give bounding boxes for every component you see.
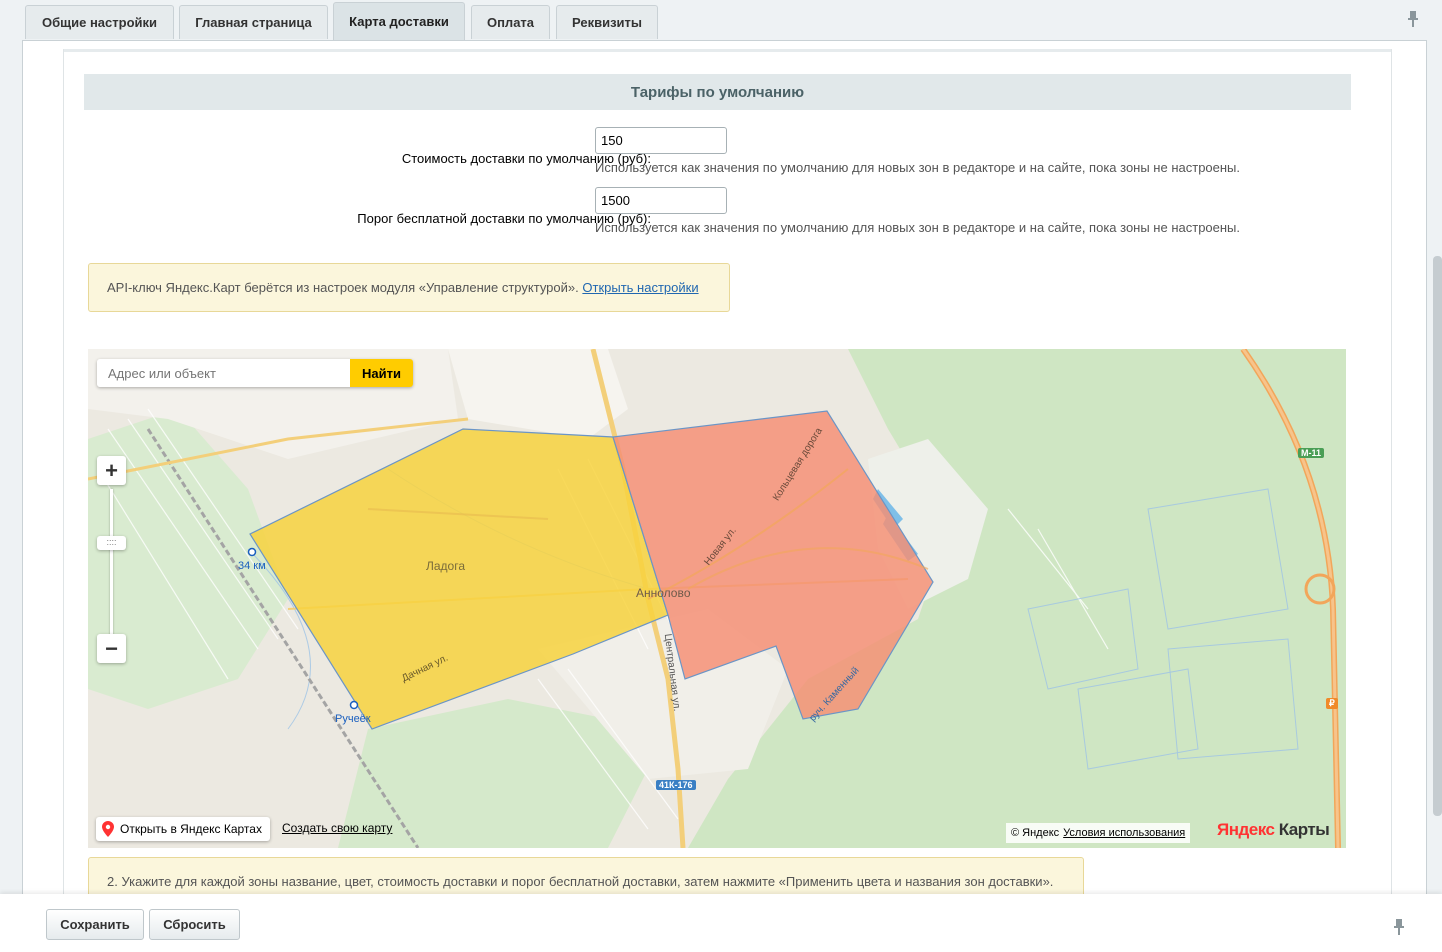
yandex-logo-text: Яндекс	[1217, 820, 1275, 839]
tab-bar: Общие настройки Главная страница Карта д…	[0, 0, 1442, 40]
save-button[interactable]: Сохранить	[46, 909, 144, 940]
zoom-slider-track[interactable]	[110, 489, 113, 649]
zoom-in-button[interactable]: +	[97, 456, 126, 485]
zoom-out-button[interactable]: −	[97, 634, 126, 663]
tab-payment[interactable]: Оплата	[471, 5, 550, 39]
content-panel: Тарифы по умолчанию Стоимость доставки п…	[63, 49, 1392, 899]
road-badge-m11: М-11	[1298, 448, 1325, 458]
pin-icon[interactable]	[1392, 918, 1406, 936]
open-in-yandex-label: Открыть в Яндекс Картах	[120, 822, 262, 836]
free-threshold-input[interactable]	[595, 187, 727, 214]
delivery-cost-input[interactable]	[595, 127, 727, 154]
map-search-button[interactable]: Найти	[350, 359, 413, 387]
map-label-rucheek: Ручеёк	[335, 713, 371, 725]
fuel-station-icon: ₽	[1326, 698, 1338, 709]
map-canvas[interactable]	[88, 349, 1346, 848]
tab-requisites[interactable]: Реквизиты	[556, 5, 658, 39]
section-title: Тарифы по умолчанию	[84, 74, 1351, 110]
terms-link[interactable]: Условия использования	[1063, 827, 1185, 839]
yandex-maps-logo: Яндекс Карты	[1217, 820, 1330, 840]
map-label-ladoga: Ладога	[426, 559, 466, 573]
map-pin-icon	[102, 821, 114, 837]
reset-button[interactable]: Сбросить	[149, 909, 240, 940]
api-key-note-text: API-ключ Яндекс.Карт берётся из настроек…	[107, 280, 579, 295]
zoom-slider-handle[interactable]: ::::	[97, 536, 126, 550]
step-note-text: 2. Укажите для каждой зоны название, цве…	[107, 873, 1054, 889]
tab-general-settings[interactable]: Общие настройки	[25, 5, 174, 39]
open-settings-link[interactable]: Открыть настройки	[582, 280, 698, 295]
create-map-link[interactable]: Создать свою карту	[282, 821, 392, 835]
map-label-annolovo: Анноловo	[636, 586, 691, 600]
tab-delivery-map[interactable]: Карта доставки	[333, 2, 465, 40]
map-search-input[interactable]	[97, 359, 350, 387]
delivery-cost-hint: Используется как значения по умолчанию д…	[595, 160, 1241, 175]
action-bar: Сохранить Сбросить	[0, 894, 1442, 952]
delivery-map[interactable]: Ладога Анноловo 34 км Ручеёк Новая ул. К…	[88, 349, 1346, 848]
road-badge-41k176: 41К-176	[656, 780, 696, 790]
open-in-yandex-button[interactable]: Открыть в Яндекс Картах	[96, 817, 270, 841]
divider	[64, 49, 1391, 52]
maps-logo-text: Карты	[1278, 820, 1330, 839]
copyright-text: © Яндекс	[1011, 827, 1060, 839]
api-key-note: API-ключ Яндекс.Карт берётся из настроек…	[88, 263, 730, 312]
page-scrollbar[interactable]	[1433, 256, 1442, 816]
pin-icon[interactable]	[1406, 10, 1420, 28]
map-search: Найти	[97, 359, 413, 387]
content-frame: Тарифы по умолчанию Стоимость доставки п…	[22, 40, 1427, 900]
map-label-34km: 34 км	[238, 560, 266, 572]
free-threshold-hint: Используется как значения по умолчанию д…	[595, 220, 1241, 235]
map-copyright: © Яндекс Условия использования	[1006, 823, 1191, 843]
tab-main-page[interactable]: Главная страница	[179, 5, 328, 39]
